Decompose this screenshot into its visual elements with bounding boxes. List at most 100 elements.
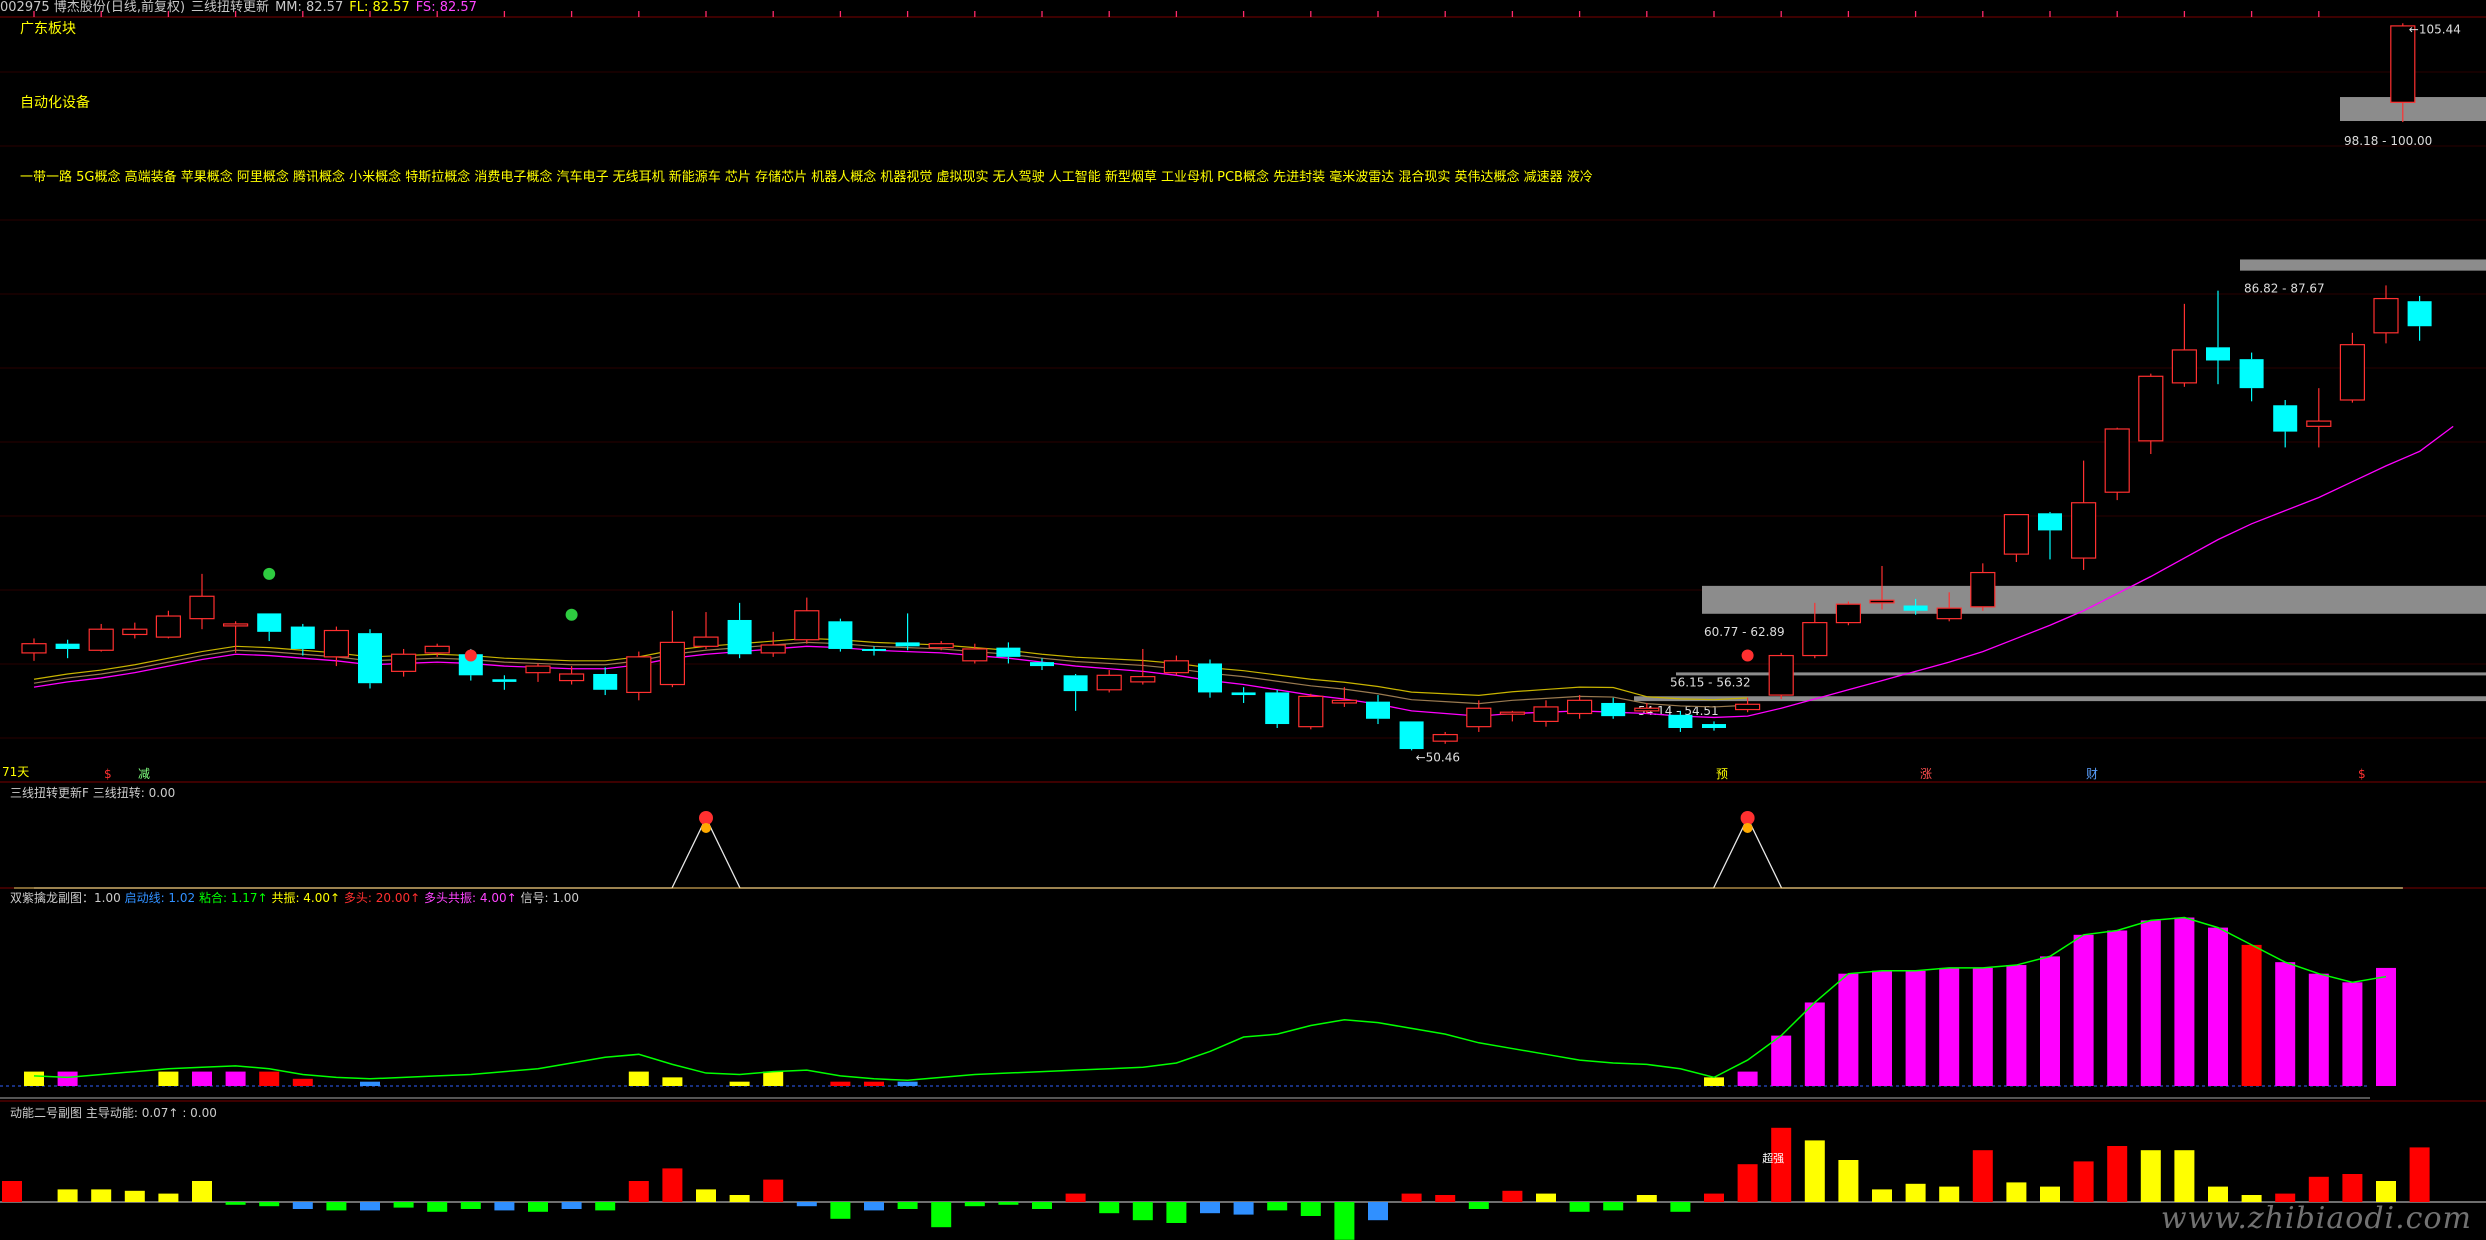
panel2-name: 三线扭转更新F (10, 786, 89, 800)
price-zone (1676, 672, 2486, 676)
bar (763, 1071, 784, 1086)
candle (1331, 699, 1358, 704)
bar (1771, 1035, 1792, 1086)
price-zone (1702, 585, 2486, 614)
price-zone (2340, 97, 2486, 122)
bar (360, 1202, 380, 1211)
bar (1435, 1195, 1456, 1202)
panel2-title: 三线扭转更新F 三线扭转: 0.00 (10, 786, 175, 800)
candle (55, 643, 80, 649)
bar (1804, 1002, 1825, 1086)
bar (729, 1195, 750, 1202)
candle (2138, 375, 2164, 442)
candle (2407, 301, 2432, 327)
bar (2, 1181, 22, 1202)
bar (1804, 1140, 1825, 1202)
concept-tags: 一带一路 5G概念 高端装备 苹果概念 阿里概念 腾讯概念 小米概念 特斯拉概念… (20, 170, 1593, 185)
candle (2003, 513, 2030, 555)
fl-value: FL: 82.57 (349, 0, 410, 15)
signal-badge (1740, 811, 1755, 825)
signal-badge (1742, 823, 1753, 833)
candle (155, 615, 181, 638)
candle (1063, 675, 1088, 692)
bar (1468, 1202, 1489, 1209)
chart-header: 002975 博杰股份(日线,前复权) 三线扭转更新 MM: 82.57 FL: 82… (0, 0, 483, 16)
bar (1636, 1195, 1657, 1202)
bar (2308, 1176, 2329, 1202)
panel4-name: 动能二号副图 (10, 1106, 83, 1120)
candle (257, 613, 282, 632)
bar (1939, 1186, 1960, 1202)
bar (292, 1078, 313, 1086)
indicator-name[interactable]: 三线扭转更新 (191, 0, 269, 15)
bar (2376, 967, 2396, 1086)
mm-value: MM: 82.57 (275, 0, 344, 15)
candle (1734, 703, 1761, 711)
bar (91, 1189, 112, 1202)
candle (88, 628, 114, 651)
chart-svg: 98.18 - 100.00 86.82 - 87.67 60.77 - 62.89… (0, 11, 2486, 1240)
bar (259, 1202, 280, 1207)
candle (1903, 605, 1928, 611)
zone-label: 98.18 - 100.00 (2344, 134, 2432, 148)
bar (225, 1071, 246, 1086)
region-tag: 广东板块 (20, 21, 76, 37)
bar (1704, 1077, 1724, 1086)
panel4-zero: : 0.00 (182, 1106, 217, 1120)
bar (2040, 956, 2060, 1086)
candle (122, 628, 148, 636)
bar (1972, 967, 1993, 1086)
bar (1838, 973, 1859, 1086)
bar (1401, 1193, 1422, 1202)
panel3-bond: 粘合: 1.17↑ (198, 891, 268, 905)
bar (1502, 1190, 1523, 1202)
bar (1872, 970, 1892, 1086)
fs-value: FS: 82.57 (415, 0, 477, 15)
stock-title: 002975 博杰股份(日线,前复权) (0, 0, 186, 15)
bar (998, 1202, 1019, 1205)
panel3-title: 双紫擒龙副图：1.00 启动线: 1.02 粘合: 1.17↑ 共振: 4.00… (10, 891, 579, 905)
bar (225, 1202, 246, 1205)
candle (828, 621, 853, 649)
candle (558, 673, 585, 682)
candle (1936, 607, 1962, 620)
candle (1163, 660, 1190, 674)
candle (223, 623, 249, 627)
candle (458, 654, 483, 676)
candle (794, 610, 820, 641)
candle (1566, 699, 1593, 715)
candle (693, 636, 719, 647)
bar (1972, 1150, 1993, 1202)
candle (1466, 707, 1492, 728)
candle (895, 642, 920, 647)
candle (1265, 692, 1290, 725)
signal-badge (263, 567, 276, 580)
bar (1536, 1193, 1556, 1202)
bar (2174, 1150, 2195, 1202)
bar (1032, 1202, 1052, 1209)
bar (2342, 1174, 2363, 1202)
bar (595, 1202, 616, 1211)
bar (1838, 1160, 1859, 1202)
candle (2104, 428, 2130, 493)
candle (962, 648, 988, 662)
candle (1499, 711, 1526, 715)
bar (1704, 1193, 1724, 1202)
bar (1670, 1202, 1691, 1212)
candle (1231, 692, 1256, 696)
bar (1939, 967, 1960, 1086)
signal-line (33, 916, 2387, 1081)
event-marker: 预 (1716, 767, 1728, 781)
candle (1668, 714, 1693, 728)
signal-badge (701, 823, 711, 833)
candle (358, 633, 382, 684)
candle (424, 645, 450, 654)
low-price-label: ←50.46 (1416, 751, 1460, 765)
bar (2107, 1146, 2128, 1202)
bar (830, 1081, 851, 1086)
signal-badge (699, 811, 713, 825)
bar (528, 1202, 548, 1212)
candle (928, 643, 954, 649)
candle (492, 679, 517, 682)
bar (427, 1202, 448, 1212)
